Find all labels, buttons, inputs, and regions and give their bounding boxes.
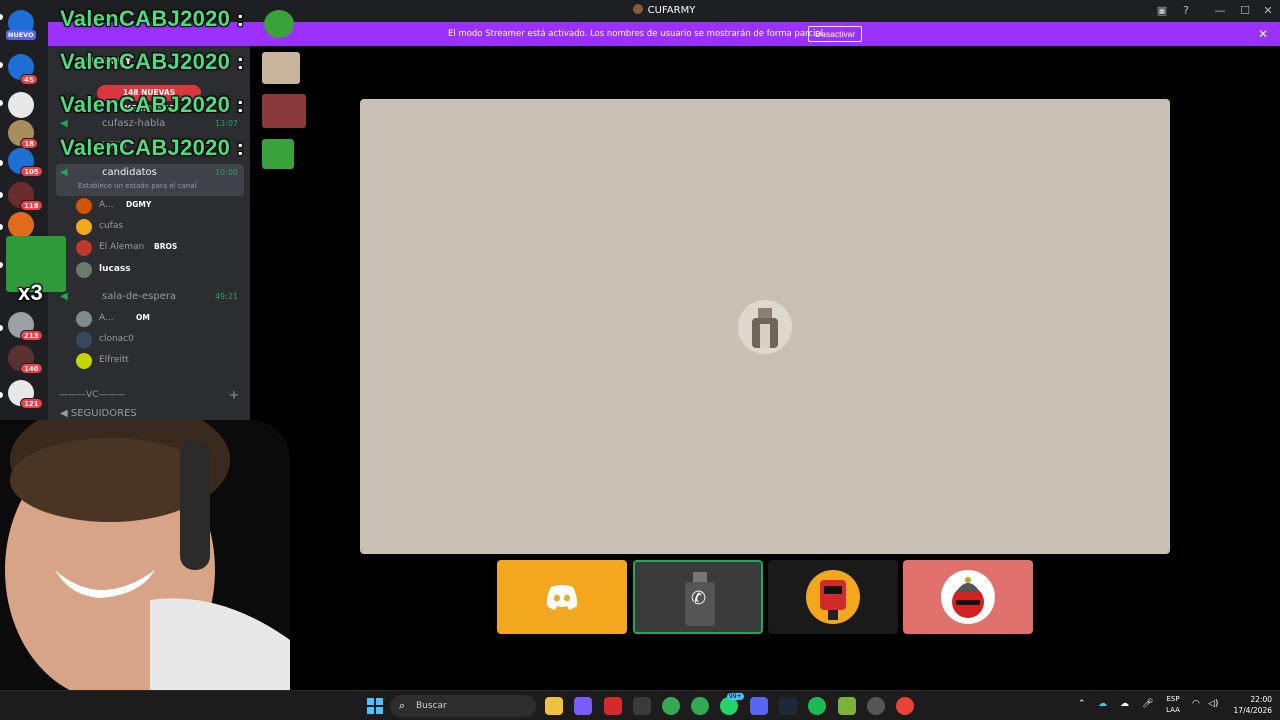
server-icon-10[interactable]: 121 [8,380,43,409]
file-explorer-icon[interactable] [545,697,563,715]
mic-icon[interactable]: 🎤︎ [1142,699,1153,709]
onedrive-icon[interactable]: ☁ [1098,699,1107,709]
speaker-icon: ◀ [60,291,68,302]
server-avatar-icon [632,4,643,14]
close-icon[interactable]: ✕ [1258,27,1268,41]
discord-logo-icon [546,585,578,610]
server-icon-8[interactable]: 213 [8,312,43,341]
avatar [76,311,92,327]
avatar [806,570,860,624]
user-tag: BROS [154,242,178,251]
active-participant-tile[interactable]: ✆ [633,560,763,634]
channel-sala-de-espera[interactable]: ◀ sala-de-espera 49:21 [56,288,244,306]
unread-pill [0,62,3,68]
mention-badge: 213 [20,330,43,341]
search-icon: ⌕ [399,699,406,712]
chrome-icon[interactable] [896,697,914,715]
minecraft-icon[interactable] [838,697,856,715]
pepe-emote [262,139,294,169]
mention-badge: 45 [20,74,38,85]
overlay-chat-line: ValenCABJ2020 : [60,135,245,160]
unread-pill [0,325,3,331]
server-icon-9[interactable]: 140 [8,345,43,374]
speaker-icon: ◀ [60,118,68,129]
unread-pill [0,192,3,198]
server-icon-7[interactable] [8,212,34,238]
discord-icon[interactable] [750,697,768,715]
spotify-icon[interactable] [808,697,826,715]
store-icon[interactable] [633,697,651,715]
user-tag: OM [136,313,150,322]
unread-pill [0,392,3,398]
webcam-overlay [0,420,290,690]
taskbar: ⌕ Buscar 99+ ⌃ ☁ ☁ 🎤︎ ESP LAA ◠ ◁) 22:00 1… [0,690,1280,720]
inbox-icon[interactable]: ▣ [1154,3,1170,19]
mention-badge: 121 [20,398,43,409]
channel-candidatos[interactable]: ◀ candidatos 10:00 Establece un estado p… [56,164,244,196]
mention-badge: 140 [20,363,43,374]
close-button[interactable]: ✕ [1258,3,1278,19]
pepe-emote [264,10,294,38]
server-icon-5[interactable]: 105 [8,148,43,177]
overlay-chat-line: ValenCABJ2020 : [60,49,245,74]
banner-message: El modo Streamer está activado. Los nomb… [448,29,826,39]
participant-tile[interactable] [903,560,1033,634]
speaker-avatar [738,300,792,354]
unread-pill [0,160,3,166]
discord-participant-tile[interactable] [497,560,627,634]
channel-status[interactable]: Establece un estado para el canal [78,182,197,190]
emote-multiplier: x3 [18,280,44,305]
channel-seguidores[interactable]: ◀ SEGUIDORES [60,408,137,419]
chrome-icon[interactable] [662,697,680,715]
overlay-chat-line: ValenCABJ2020 : [60,6,245,31]
participant-tile[interactable] [768,560,898,634]
overlay-chat-line: ValenCABJ2020 : [60,92,245,117]
unread-pill [0,100,3,106]
maximize-button[interactable]: ☐ [1235,3,1255,19]
chrome-icon[interactable] [691,697,709,715]
mention-badge: 118 [20,200,43,211]
cat-emote [262,94,306,128]
server-icon-4[interactable]: 18 [8,120,38,149]
obs-icon[interactable] [867,697,885,715]
unread-pill [0,14,3,20]
windows-start-icon[interactable] [366,697,384,715]
wifi-icon[interactable]: ◠ [1192,699,1200,709]
server-icon-2[interactable]: 45 [8,54,38,85]
deactivate-button[interactable]: Desactivar [808,26,863,42]
chevron-up-icon[interactable]: ⌃ [1078,699,1086,709]
unread-pill [0,262,3,268]
avatar [76,262,92,278]
avatar [76,353,92,369]
speaker-icon: ◀ [60,167,68,178]
avatar [76,332,92,348]
volume-icon[interactable]: ◁) [1208,699,1218,709]
new-badge: NUEVO [6,30,36,40]
user-tag: DGMY [126,200,152,209]
steam-icon[interactable] [779,697,797,715]
add-channel-icon[interactable]: + [229,388,239,402]
avatar [76,240,92,256]
m365-icon[interactable] [574,697,592,715]
notification-badge: 99+ [727,693,744,700]
avatar [941,570,995,624]
screen: NUEVO 45 18 105 118 213 140 121 CUFARMY … [0,0,1280,720]
clock[interactable]: 22:00 17/4/2026 [1228,694,1272,716]
cloud-icon[interactable]: ☁ [1120,699,1129,709]
wps-icon[interactable] [604,697,622,715]
minimize-button[interactable]: — [1210,3,1230,19]
server-icon-3[interactable] [8,92,34,118]
language-indicator[interactable]: ESP LAA [1162,694,1184,716]
unread-pill [0,224,3,230]
mention-badge: 105 [20,166,43,177]
category-vc[interactable]: ———VC——— [59,390,125,400]
avatar [76,198,92,214]
server-icon-6[interactable]: 118 [8,182,43,211]
phone-icon: ✆ [691,588,707,609]
search-box[interactable]: ⌕ Buscar [390,695,536,717]
help-icon[interactable]: ? [1178,3,1194,19]
cat-emote [262,52,300,84]
avatar [76,219,92,235]
